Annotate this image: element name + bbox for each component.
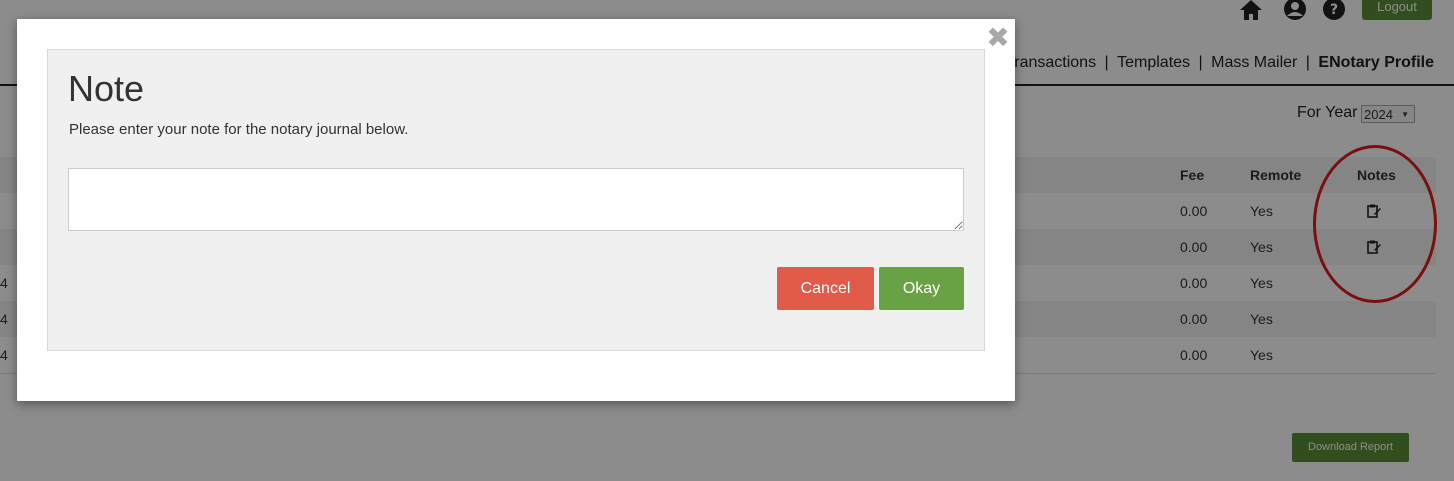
cancel-button[interactable]: Cancel — [777, 267, 874, 310]
close-icon[interactable]: ✖ — [986, 24, 1010, 52]
note-modal: ✖ Note Please enter your note for the no… — [17, 19, 1015, 401]
modal-title: Note — [68, 68, 145, 109]
note-panel: Note Please enter your note for the nota… — [47, 49, 985, 351]
okay-button[interactable]: Okay — [879, 267, 964, 310]
note-textarea[interactable] — [68, 168, 964, 231]
modal-instructions: Please enter your note for the notary jo… — [69, 121, 409, 138]
